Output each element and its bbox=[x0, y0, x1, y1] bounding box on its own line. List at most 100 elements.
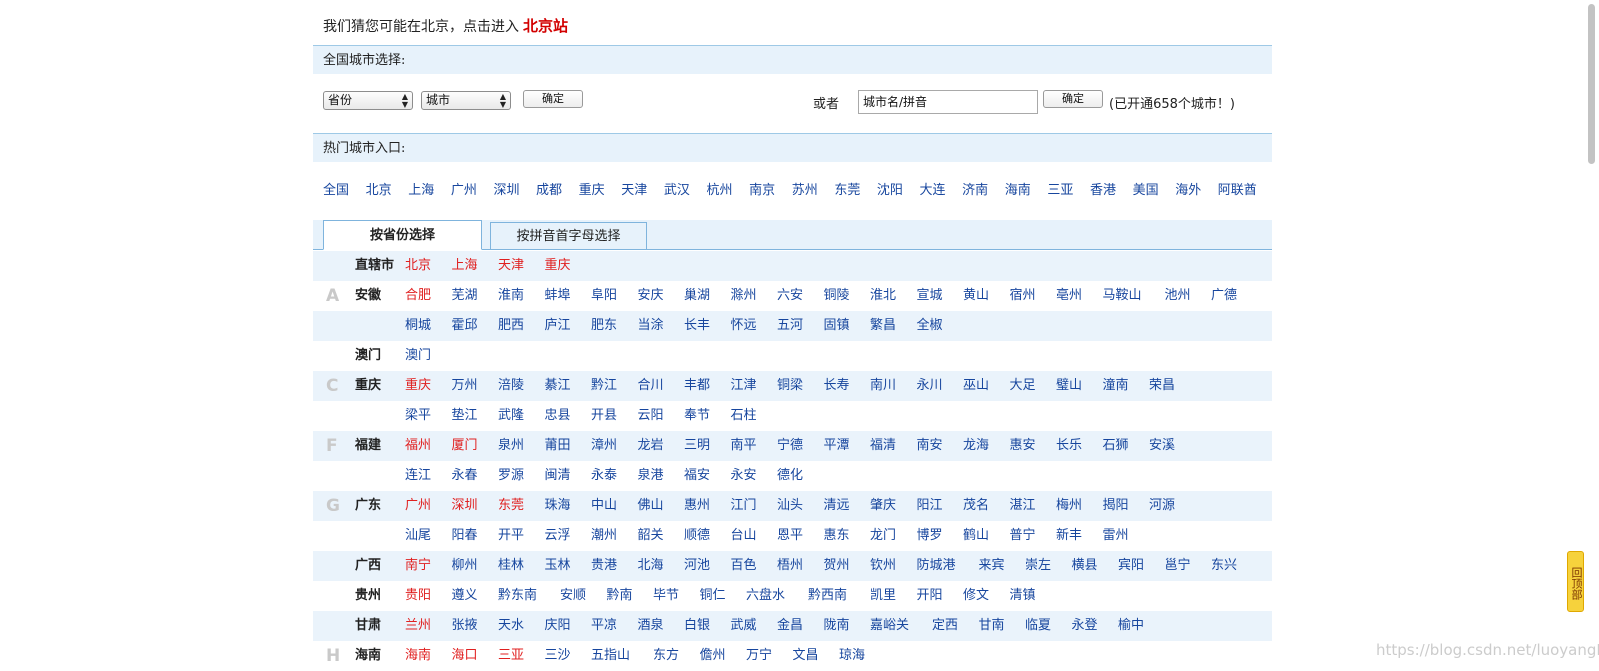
city-link[interactable]: 安溪 bbox=[1149, 431, 1196, 461]
city-link[interactable]: 长乐 bbox=[1056, 431, 1103, 461]
city-link[interactable]: 广德 bbox=[1211, 281, 1258, 311]
hot-city-link[interactable]: 北京 bbox=[366, 179, 392, 198]
city-link[interactable]: 儋州 bbox=[700, 641, 747, 671]
hot-city-link[interactable]: 东莞 bbox=[834, 179, 860, 198]
city-link[interactable]: 德化 bbox=[777, 461, 824, 491]
city-link[interactable]: 蚌埠 bbox=[545, 281, 592, 311]
hot-city-link[interactable]: 深圳 bbox=[493, 179, 519, 198]
hot-city-link[interactable]: 广州 bbox=[451, 179, 477, 198]
page-scrollbar[interactable] bbox=[1584, 0, 1599, 670]
city-link[interactable]: 南安 bbox=[917, 431, 964, 461]
city-link[interactable]: 来宾 bbox=[979, 551, 1026, 581]
city-link[interactable]: 北海 bbox=[638, 551, 685, 581]
city-link[interactable]: 柳州 bbox=[452, 551, 499, 581]
hot-city-link[interactable]: 上海 bbox=[408, 179, 434, 198]
city-link[interactable]: 平潭 bbox=[824, 431, 871, 461]
city-link[interactable]: 汕头 bbox=[777, 491, 824, 521]
city-link[interactable]: 丰都 bbox=[684, 371, 731, 401]
city-link[interactable]: 顺德 bbox=[684, 521, 731, 551]
city-link[interactable]: 淮北 bbox=[870, 281, 917, 311]
city-link[interactable]: 合川 bbox=[638, 371, 685, 401]
tab-by-province[interactable]: 按省份选择 bbox=[323, 220, 482, 250]
city-link[interactable]: 惠安 bbox=[1010, 431, 1057, 461]
city-link[interactable]: 新丰 bbox=[1056, 521, 1103, 551]
scrollbar-thumb[interactable] bbox=[1588, 4, 1595, 164]
city-link[interactable]: 揭阳 bbox=[1103, 491, 1150, 521]
city-link[interactable]: 东兴 bbox=[1211, 551, 1258, 581]
city-link[interactable]: 钦州 bbox=[870, 551, 917, 581]
city-link[interactable]: 黔西南 bbox=[808, 581, 870, 611]
city-link[interactable]: 万宁 bbox=[746, 641, 793, 671]
city-link[interactable]: 宣城 bbox=[917, 281, 964, 311]
city-link[interactable]: 铜仁 bbox=[700, 581, 747, 611]
confirm-search-button[interactable]: 确定 bbox=[1043, 90, 1103, 108]
city-link[interactable]: 闽清 bbox=[545, 461, 592, 491]
hot-city-link[interactable]: 济南 bbox=[962, 179, 988, 198]
confirm-select-button[interactable]: 确定 bbox=[523, 90, 583, 108]
city-link[interactable]: 嘉峪关 bbox=[870, 611, 932, 641]
city-link[interactable]: 长丰 bbox=[684, 311, 731, 341]
city-link[interactable]: 当涂 bbox=[638, 311, 685, 341]
city-link[interactable]: 巫山 bbox=[963, 371, 1010, 401]
city-link[interactable]: 佛山 bbox=[638, 491, 685, 521]
city-link[interactable]: 亳州 bbox=[1056, 281, 1103, 311]
city-link[interactable]: 六安 bbox=[777, 281, 824, 311]
city-link[interactable]: 南宁 bbox=[405, 551, 452, 581]
city-link[interactable]: 兰州 bbox=[405, 611, 452, 641]
city-link[interactable]: 天水 bbox=[498, 611, 545, 641]
city-link[interactable]: 普宁 bbox=[1010, 521, 1057, 551]
city-link[interactable]: 毕节 bbox=[653, 581, 700, 611]
city-link[interactable]: 泉州 bbox=[498, 431, 545, 461]
city-link[interactable]: 清远 bbox=[824, 491, 871, 521]
city-link[interactable]: 白银 bbox=[684, 611, 731, 641]
city-link[interactable]: 安顺 bbox=[560, 581, 607, 611]
city-link[interactable]: 恩平 bbox=[777, 521, 824, 551]
city-link[interactable]: 龙海 bbox=[963, 431, 1010, 461]
city-link[interactable]: 海南 bbox=[405, 641, 452, 671]
city-link[interactable]: 茂名 bbox=[963, 491, 1010, 521]
city-link[interactable]: 垫江 bbox=[452, 401, 499, 431]
city-link[interactable]: 定西 bbox=[932, 611, 979, 641]
city-link[interactable]: 庐江 bbox=[545, 311, 592, 341]
city-link[interactable]: 武隆 bbox=[498, 401, 545, 431]
city-link[interactable]: 永春 bbox=[452, 461, 499, 491]
city-link[interactable]: 文昌 bbox=[793, 641, 840, 671]
guess-city-link[interactable]: 北京站 bbox=[523, 17, 568, 35]
city-link[interactable]: 铜梁 bbox=[777, 371, 824, 401]
city-link[interactable]: 淮南 bbox=[498, 281, 545, 311]
city-link[interactable]: 永登 bbox=[1072, 611, 1119, 641]
city-link[interactable]: 永泰 bbox=[591, 461, 638, 491]
back-to-top-button[interactable]: 回顶部 bbox=[1567, 551, 1584, 612]
city-link[interactable]: 石柱 bbox=[731, 401, 778, 431]
city-link[interactable]: 阳江 bbox=[917, 491, 964, 521]
city-link[interactable]: 防城港 bbox=[917, 551, 979, 581]
city-link[interactable]: 福州 bbox=[405, 431, 452, 461]
city-link[interactable]: 龙门 bbox=[870, 521, 917, 551]
city-link[interactable]: 芜湖 bbox=[452, 281, 499, 311]
city-link[interactable]: 海口 bbox=[452, 641, 499, 671]
city-link[interactable]: 梁平 bbox=[405, 401, 452, 431]
city-link[interactable]: 鹤山 bbox=[963, 521, 1010, 551]
hot-city-link[interactable]: 杭州 bbox=[706, 179, 732, 198]
city-link[interactable]: 临夏 bbox=[1025, 611, 1072, 641]
city-link[interactable]: 博罗 bbox=[917, 521, 964, 551]
city-link[interactable]: 三沙 bbox=[545, 641, 592, 671]
hot-city-link[interactable]: 大连 bbox=[920, 179, 946, 198]
hot-city-link[interactable]: 武汉 bbox=[664, 179, 690, 198]
city-link[interactable]: 重庆 bbox=[405, 371, 452, 401]
city-link[interactable]: 黔南 bbox=[607, 581, 654, 611]
city-link[interactable]: 万州 bbox=[452, 371, 499, 401]
city-link[interactable]: 五指山 bbox=[591, 641, 653, 671]
city-link[interactable]: 梧州 bbox=[777, 551, 824, 581]
hot-city-link[interactable]: 海外 bbox=[1175, 179, 1201, 198]
city-link[interactable]: 河池 bbox=[684, 551, 731, 581]
city-link[interactable]: 南川 bbox=[870, 371, 917, 401]
city-link[interactable]: 崇左 bbox=[1025, 551, 1072, 581]
city-link[interactable]: 厦门 bbox=[452, 431, 499, 461]
city-link[interactable]: 云阳 bbox=[638, 401, 685, 431]
city-link[interactable]: 全椒 bbox=[917, 311, 964, 341]
city-link[interactable]: 福安 bbox=[684, 461, 731, 491]
city-link[interactable]: 惠东 bbox=[824, 521, 871, 551]
city-link[interactable]: 梅州 bbox=[1056, 491, 1103, 521]
city-link[interactable]: 玉林 bbox=[545, 551, 592, 581]
